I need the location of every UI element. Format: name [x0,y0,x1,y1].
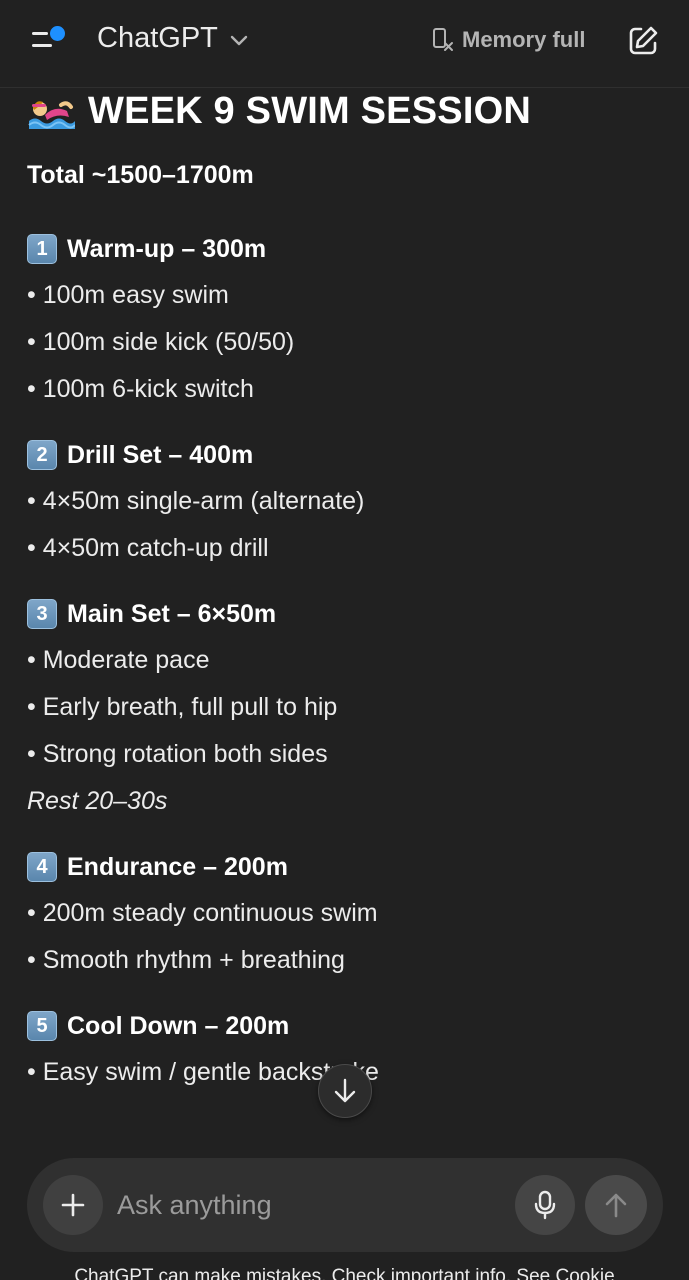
keycap-3-emoji: 3 [27,599,57,629]
send-button[interactable] [585,1175,647,1235]
message-title: WEEK 9 SWIM SESSION [88,89,531,132]
arrow-down-icon [334,1078,356,1103]
section-warmup: 1 Warm-up – 300m • 100m easy swim • 100m… [27,234,667,413]
section-title: Endurance – 200m [67,852,288,881]
section-title: Main Set – 6×50m [67,599,277,628]
chevron-down-icon [230,35,248,45]
microphone-icon [534,1190,556,1220]
model-name: ChatGPT [97,22,218,54]
keycap-4-emoji: 4 [27,852,57,882]
total-distance: Total ~1500–1700m [27,161,254,189]
swimmer-emoji [28,101,75,129]
list-item: • 100m easy swim [27,281,229,309]
message-title-row: WEEK 9 SWIM SESSION [27,86,667,136]
notification-dot [50,26,65,41]
section-title: Cool Down – 200m [67,1011,290,1040]
list-item: • 200m steady continuous swim [27,899,378,927]
list-item: • Strong rotation both sides [27,740,328,768]
memory-label: Memory full [462,27,586,52]
memory-full-icon [433,28,453,51]
menu-icon [32,32,48,35]
assistant-message: WEEK 9 SWIM SESSION Total ~1500–1700m 1 … [27,86,667,1096]
keycap-5-emoji: 5 [27,1011,57,1041]
section-heading: 3 Main Set – 6×50m [27,599,667,629]
list-item: • 4×50m catch-up drill [27,534,269,562]
keycap-2-emoji: 2 [27,440,57,470]
new-chat-button[interactable] [626,24,660,58]
scroll-to-bottom-button[interactable] [318,1064,372,1118]
section-endurance: 4 Endurance – 200m • 200m steady continu… [27,852,667,984]
ask-input[interactable] [117,1182,497,1228]
edit-icon [629,26,658,55]
section-heading: 5 Cool Down – 200m [27,1011,667,1041]
list-item: • 4×50m single-arm (alternate) [27,487,365,515]
message-composer [27,1158,663,1252]
section-heading: 2 Drill Set – 400m [27,440,667,470]
arrow-up-icon [605,1193,627,1218]
section-drill-set: 2 Drill Set – 400m • 4×50m single-arm (a… [27,440,667,572]
list-item: • Early breath, full pull to hip [27,693,338,721]
model-selector[interactable]: ChatGPT [97,22,248,55]
rest-note: Rest 20–30s [27,787,168,815]
plus-icon [61,1193,85,1217]
list-item: • Moderate pace [27,646,210,674]
section-heading: 4 Endurance – 200m [27,852,667,882]
attach-button[interactable] [43,1175,103,1235]
list-item: • 100m 6-kick switch [27,375,254,403]
top-bar: ChatGPT Memory full [0,0,689,88]
menu-icon-line [32,44,52,47]
list-item: • 100m side kick (50/50) [27,328,295,356]
chat-app: ChatGPT Memory full WEEK 9 SWIM SESSION … [0,0,689,1280]
keycap-1-emoji: 1 [27,234,57,264]
voice-input-button[interactable] [515,1175,575,1235]
section-heading: 1 Warm-up – 300m [27,234,667,264]
section-title: Warm-up – 300m [67,234,267,263]
section-main-set: 3 Main Set – 6×50m • Moderate pace • Ear… [27,599,667,825]
menu-button[interactable] [28,26,68,58]
memory-status[interactable]: Memory full [432,27,585,53]
section-title: Drill Set – 400m [67,440,254,469]
disclaimer-text: ChatGPT can make mistakes. Check importa… [74,1266,615,1280]
list-item: • Smooth rhythm + breathing [27,946,345,974]
